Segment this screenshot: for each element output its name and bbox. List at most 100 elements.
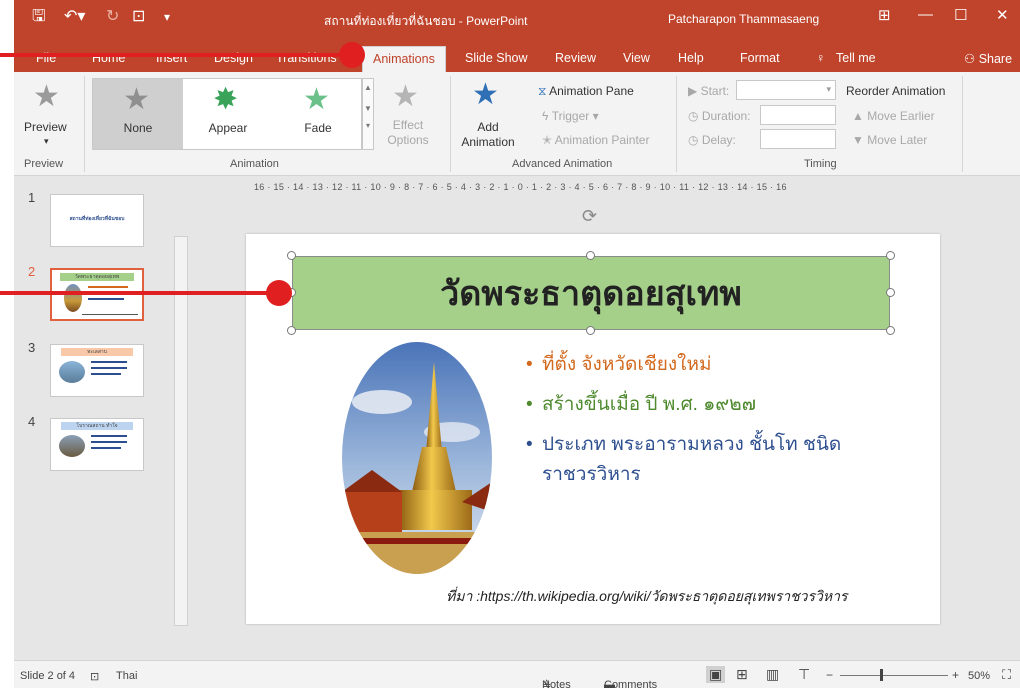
group-label-animation: Animation: [230, 158, 279, 170]
present-from-start-icon[interactable]: ⊡: [132, 8, 145, 26]
bullet-item: • สร้างขึ้นเมื่อ ปี พ.ศ. ๑๙๒๗: [526, 394, 756, 415]
delay-input[interactable]: [760, 129, 836, 149]
tab-view[interactable]: View: [623, 51, 650, 65]
animation-pane-icon: ⧖: [538, 84, 547, 98]
preview-button[interactable]: ★ Preview ▾: [22, 80, 74, 152]
animation-appear[interactable]: ✸ Appear: [183, 79, 273, 149]
chevron-down-icon: ▾: [44, 136, 49, 146]
source-citation[interactable]: ที่มา :https://th.wikipedia.org/wiki/วัด…: [446, 586, 847, 608]
thumbnail-photo: [64, 284, 82, 312]
duration-label: ◷ Duration:: [688, 109, 751, 123]
zoom-slider-thumb[interactable]: [880, 669, 883, 681]
zoom-slider[interactable]: [840, 675, 948, 676]
animation-painter-button[interactable]: ✭ Animation Painter: [542, 133, 649, 147]
resize-handle[interactable]: [886, 326, 895, 335]
resize-handle[interactable]: [586, 326, 595, 335]
slide-thumbnail-3[interactable]: ทะเลสาบ: [50, 344, 144, 397]
tab-format[interactable]: Format: [740, 51, 780, 65]
add-animation-button[interactable]: ★ Add Animation: [456, 78, 520, 154]
rotate-handle-icon[interactable]: ⟳: [582, 206, 597, 227]
share-button[interactable]: ⚇ Share: [964, 51, 1012, 66]
painter-icon: ✭: [542, 133, 553, 147]
save-icon[interactable]: 🖫: [32, 8, 46, 26]
appear-star-icon: ✸: [213, 83, 239, 116]
callout-dot: [266, 280, 292, 306]
tab-animations[interactable]: Animations: [362, 46, 446, 72]
thumbnail-number: 1: [28, 190, 36, 205]
resize-handle[interactable]: [586, 251, 595, 260]
user-name[interactable]: Patcharapon Thammasaeng: [668, 12, 819, 26]
animation-pane-button[interactable]: ⧖ Animation Pane: [538, 84, 634, 99]
gallery-scroll[interactable]: ▲ ▼ ▾: [362, 78, 374, 150]
ribbon-display-icon[interactable]: ⊞: [878, 6, 891, 24]
animation-none[interactable]: ★ None: [93, 79, 183, 149]
zoom-out-icon[interactable]: −: [826, 668, 833, 682]
tab-review[interactable]: Review: [555, 51, 596, 65]
slide-title: วัดพระธาตุดอยสุเทพ: [440, 275, 742, 313]
resize-handle[interactable]: [287, 251, 296, 260]
group-label-advanced: Advanced Animation: [512, 158, 613, 170]
fit-to-window-icon[interactable]: ⛶: [1002, 667, 1011, 683]
powerpoint-window: 🖫 ↶▾ ↻ ⊡ ▾ สถานที่ท่องเที่ยวที่ฉันชอบ - …: [14, 0, 1020, 688]
undo-icon[interactable]: ↶▾: [64, 8, 85, 26]
zoom-in-icon[interactable]: +: [952, 668, 959, 682]
maximize-icon[interactable]: ☐: [954, 6, 967, 24]
callout-dot: [339, 42, 365, 68]
reorder-animation-label: Reorder Animation: [846, 84, 946, 98]
effect-options-star-icon: ★: [392, 80, 419, 113]
start-select[interactable]: ▾: [736, 80, 836, 100]
thumbnail-number: 4: [28, 414, 36, 429]
thumbnail-photo: [59, 435, 85, 457]
temple-illustration: [342, 342, 492, 574]
tab-help[interactable]: Help: [678, 51, 704, 65]
none-star-icon: ★: [123, 83, 150, 116]
callout-line: [0, 291, 278, 295]
bullet-item: • ประเภท พระอารามหลวง ชั้นโท ชนิดราชวรวิห…: [526, 434, 842, 485]
resize-handle[interactable]: [287, 326, 296, 335]
normal-view-icon[interactable]: ▣: [706, 666, 726, 683]
clock-icon: ◷: [688, 109, 699, 123]
language[interactable]: Thai: [116, 670, 137, 682]
resize-handle[interactable]: [886, 251, 895, 260]
zoom-level[interactable]: 50%: [968, 670, 990, 682]
slide-canvas[interactable]: วัดพระธาตุดอยสุเทพ • ที่ตั้ง จังหวัดเชีย…: [246, 234, 940, 624]
slide-thumbnail-4[interactable]: โบราณสถาน ทำใจ: [50, 418, 144, 471]
customize-qat-icon[interactable]: ▾: [164, 8, 170, 26]
content-placeholder[interactable]: • ที่ตั้ง จังหวัดเชียงใหม่ • สร้างขึ้นเมื่…: [526, 350, 906, 500]
reading-view-icon[interactable]: ▥: [766, 666, 779, 683]
tab-tell-me[interactable]: Tell me: [836, 51, 876, 65]
move-earlier-button[interactable]: ▲ Move Earlier: [852, 109, 935, 123]
resize-handle[interactable]: [886, 288, 895, 297]
person-icon: ⚇: [964, 52, 979, 66]
duration-input[interactable]: [760, 105, 836, 125]
tab-slide-show[interactable]: Slide Show: [465, 51, 528, 65]
triangle-down-icon: ▼: [852, 133, 864, 147]
slide-thumbnails-pane: 1 สถานที่ท่องเที่ยวที่ฉันชอบ 2 วัดพระธาต…: [14, 176, 168, 660]
animation-fade[interactable]: ★ Fade: [273, 79, 363, 149]
spell-check-icon[interactable]: ⊡: [90, 670, 99, 683]
status-bar: Slide 2 of 4 ⊡ Thai ≜ Notes ▬ Comments ▣…: [14, 660, 1020, 688]
trigger-button[interactable]: ϟ Trigger ▾: [542, 109, 599, 123]
temple-photo[interactable]: [342, 342, 492, 574]
thumbnail-number: 3: [28, 340, 36, 355]
ribbon: ★ Preview ▾ Preview ★ None ✸ Appear ★ Fa…: [14, 72, 1020, 176]
close-icon[interactable]: ✕: [996, 6, 1009, 24]
title-placeholder[interactable]: วัดพระธาตุดอยสุเทพ: [292, 256, 890, 330]
thumbnail-photo: [59, 361, 85, 383]
callout-line: [0, 53, 352, 57]
redo-icon[interactable]: ↻: [106, 8, 119, 26]
slide-show-icon[interactable]: ⊤: [798, 666, 810, 683]
minimize-icon[interactable]: —: [918, 6, 933, 23]
tell-me-icon[interactable]: ♀: [816, 51, 825, 65]
triangle-up-icon: ▲: [852, 109, 864, 123]
add-animation-star-icon: ★: [472, 78, 499, 111]
move-later-button[interactable]: ▼ Move Later: [852, 133, 927, 147]
bullet-item: • ที่ตั้ง จังหวัดเชียงใหม่: [526, 354, 712, 375]
chevron-down-icon: ▾: [826, 84, 831, 94]
horizontal-ruler: 16 · 15 · 14 · 13 · 12 · 11 · 10 · 9 · 8…: [254, 182, 787, 192]
slide-thumbnail-1[interactable]: สถานที่ท่องเที่ยวที่ฉันชอบ: [50, 194, 144, 247]
effect-options-button[interactable]: ★ Effect Options: [378, 80, 438, 152]
start-label: ▶ Start:: [688, 84, 730, 98]
fade-star-icon: ★: [303, 83, 330, 116]
slide-sorter-icon[interactable]: ⊞: [736, 666, 748, 683]
